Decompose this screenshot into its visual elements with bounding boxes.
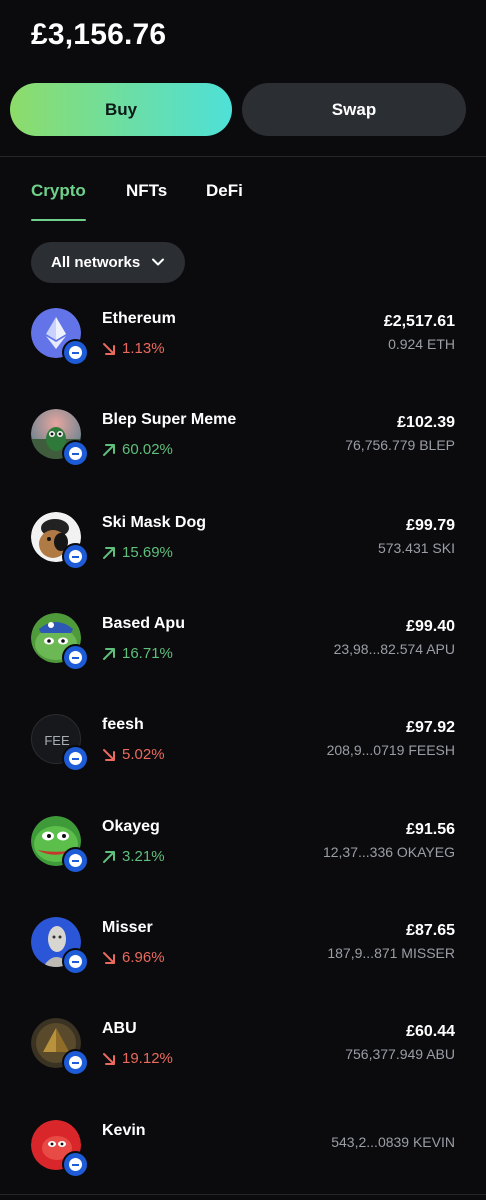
chevron-down-icon (152, 258, 164, 266)
token-row-abu[interactable]: ABU 19.12% £60.44 756,377.949 ABU (0, 1018, 486, 1098)
token-change: 19.12% (102, 1050, 173, 1067)
token-name: Ethereum (102, 310, 176, 327)
network-badge-icon (62, 339, 89, 366)
token-fiat-value: £102.39 (397, 414, 455, 431)
balance-total: £3,156.76 (31, 18, 167, 51)
token-change-value: 3.21% (122, 848, 165, 865)
token-name: feesh (102, 716, 144, 733)
token-amount: 23,98...82.574 APU (333, 641, 455, 657)
swap-button[interactable]: Swap (242, 83, 466, 136)
token-fiat-value: £99.40 (406, 618, 455, 635)
network-badge-icon (62, 948, 89, 975)
token-change-value: 15.69% (122, 544, 173, 561)
network-badge-icon (62, 543, 89, 570)
network-filter-dropdown[interactable]: All networks (31, 242, 185, 283)
bottom-divider (0, 1194, 486, 1195)
buy-button[interactable]: Buy (10, 83, 232, 136)
token-name: Okayeg (102, 818, 160, 835)
network-badge-icon (62, 847, 89, 874)
token-row-blep[interactable]: Blep Super Meme 60.02% £102.39 76,756.77… (0, 409, 486, 489)
arrow-down-right-icon (103, 748, 115, 761)
token-amount: 756,377.949 ABU (345, 1046, 455, 1062)
tab-crypto[interactable]: Crypto (31, 181, 86, 201)
token-amount: 76,756.779 BLEP (345, 437, 455, 453)
token-change-value: 6.96% (122, 949, 165, 966)
token-change-value: 1.13% (122, 340, 165, 357)
tab-defi[interactable]: DeFi (206, 181, 243, 201)
token-change: 1.13% (102, 340, 165, 357)
token-amount: 187,9...871 MISSER (327, 945, 455, 961)
token-change: 3.21% (102, 848, 165, 865)
token-change: 15.69% (102, 544, 173, 561)
token-change-value: 19.12% (122, 1050, 173, 1067)
arrow-up-right-icon (103, 546, 115, 559)
token-amount: 573.431 SKI (377, 540, 455, 556)
token-fiat-value: £60.44 (406, 1023, 455, 1040)
token-name: Blep Super Meme (102, 411, 237, 428)
arrow-down-right-icon (103, 342, 115, 355)
token-amount: 12,37...336 OKAYEG (322, 844, 455, 860)
token-name: ABU (102, 1020, 137, 1037)
header-divider (0, 156, 486, 157)
token-change-value: 60.02% (122, 441, 173, 458)
token-fiat-value: £99.79 (406, 517, 455, 534)
active-tab-indicator (31, 219, 86, 221)
token-row-kevin[interactable]: Kevin 543,2...0839 KEVIN (0, 1120, 486, 1200)
token-amount: 543,2...0839 KEVIN (331, 1134, 455, 1150)
token-row-ski-mask-dog[interactable]: Ski Mask Dog 15.69% £99.79 573.431 SKI (0, 512, 486, 592)
token-change: 16.71% (102, 645, 173, 662)
arrow-down-right-icon (103, 951, 115, 964)
tab-nfts[interactable]: NFTs (126, 181, 167, 201)
network-badge-icon (62, 745, 89, 772)
arrow-up-right-icon (103, 850, 115, 863)
network-badge-icon (62, 644, 89, 671)
token-amount: 0.924 ETH (388, 336, 455, 352)
token-name: Ski Mask Dog (102, 514, 207, 531)
network-badge-icon (62, 440, 89, 467)
token-name: Misser (102, 919, 153, 936)
token-row-feesh[interactable]: FEE feesh 5.02% £97.92 208,9...0719 FEES… (0, 714, 486, 794)
token-name: Kevin (102, 1122, 146, 1139)
token-name: Based Apu (102, 615, 185, 632)
network-badge-icon (62, 1049, 89, 1076)
token-change-value: 5.02% (122, 746, 165, 763)
token-change: 60.02% (102, 441, 173, 458)
token-change-value: 16.71% (122, 645, 173, 662)
token-change: 5.02% (102, 746, 165, 763)
token-amount: 208,9...0719 FEESH (326, 742, 455, 758)
token-row-ethereum[interactable]: Ethereum 1.13% £2,517.61 0.924 ETH (0, 308, 486, 388)
network-filter-label: All networks (51, 254, 141, 271)
token-change: 6.96% (102, 949, 165, 966)
arrow-up-right-icon (103, 647, 115, 660)
network-badge-icon (62, 1151, 89, 1178)
token-fiat-value: £87.65 (406, 922, 455, 939)
token-row-okayeg[interactable]: Okayeg 3.21% £91.56 12,37...336 OKAYEG (0, 816, 486, 896)
token-fiat-value: £97.92 (406, 719, 455, 736)
token-row-misser[interactable]: Misser 6.96% £87.65 187,9...871 MISSER (0, 917, 486, 997)
token-fiat-value: £2,517.61 (383, 313, 455, 330)
arrow-down-right-icon (103, 1052, 115, 1065)
token-fiat-value: £91.56 (406, 821, 455, 838)
arrow-up-right-icon (103, 443, 115, 456)
token-row-based-apu[interactable]: Based Apu 16.71% £99.40 23,98...82.574 A… (0, 613, 486, 693)
